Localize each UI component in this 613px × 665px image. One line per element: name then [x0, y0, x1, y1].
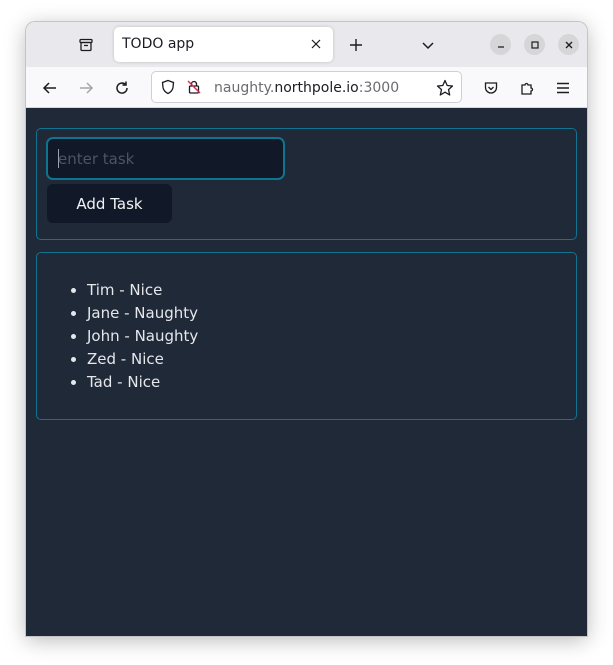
list-item: Tim - Nice: [87, 279, 198, 302]
puzzle-icon: [521, 82, 534, 95]
pocket-button[interactable]: [478, 75, 504, 101]
extensions-button[interactable]: [514, 75, 540, 101]
url-host-prefix: naughty.: [214, 80, 275, 96]
list-item: Tad - Nice: [87, 371, 198, 394]
minimize-icon: [497, 45, 504, 48]
browser-window: TODO app naughty.northpole.io:3000 enter…: [26, 22, 587, 636]
text-caret: [58, 149, 59, 168]
shield-icon[interactable]: [160, 79, 176, 99]
firefox-view-icon: [79, 38, 93, 52]
minimize-button[interactable]: [490, 34, 511, 55]
task-list: Tim - Nice Jane - Naughty John - Naughty…: [87, 279, 198, 394]
hamburger-menu-icon: [557, 82, 569, 94]
task-list-card: Tim - Nice Jane - Naughty John - Naughty…: [36, 252, 577, 420]
close-window-button[interactable]: [558, 34, 579, 55]
reload-icon: [116, 81, 128, 94]
add-task-form: Add Task: [36, 128, 577, 240]
forward-button[interactable]: [73, 75, 99, 101]
reload-button[interactable]: [109, 75, 135, 101]
arrow-right-icon: [80, 82, 94, 94]
url-bar[interactable]: naughty.northpole.io:3000: [151, 71, 462, 103]
list-all-tabs-button[interactable]: [416, 33, 440, 57]
menu-button[interactable]: [550, 75, 576, 101]
tab-close-button[interactable]: [305, 33, 327, 55]
pocket-icon: [484, 82, 498, 94]
list-item: John - Naughty: [87, 325, 198, 348]
add-task-button[interactable]: Add Task: [47, 184, 172, 223]
firefox-view-button[interactable]: [74, 33, 98, 57]
plus-icon: [350, 39, 362, 51]
close-icon: [311, 39, 321, 49]
close-icon: [565, 41, 572, 48]
tab-title: TODO app: [122, 36, 195, 52]
navigation-toolbar: naughty.northpole.io:3000: [26, 67, 587, 108]
new-tab-button[interactable]: [344, 33, 368, 57]
url-host-main: northpole.io: [274, 80, 359, 96]
insecure-lock-icon[interactable]: [186, 79, 202, 99]
list-item: Jane - Naughty: [87, 302, 198, 325]
page-content: Add Task Tim - Nice Jane - Naughty John …: [26, 108, 587, 636]
task-input[interactable]: [46, 137, 285, 180]
maximize-button[interactable]: [524, 34, 545, 55]
chevron-down-icon: [422, 42, 434, 50]
maximize-icon: [530, 40, 539, 49]
back-button[interactable]: [37, 75, 63, 101]
bookmark-star-icon[interactable]: [436, 79, 454, 101]
url-text: naughty.northpole.io:3000: [214, 80, 399, 96]
arrow-left-icon: [42, 82, 56, 94]
list-item: Zed - Nice: [87, 348, 198, 371]
tab-strip: TODO app: [26, 22, 587, 67]
url-port: :3000: [358, 80, 400, 96]
tab-todo-app[interactable]: TODO app: [114, 27, 333, 62]
